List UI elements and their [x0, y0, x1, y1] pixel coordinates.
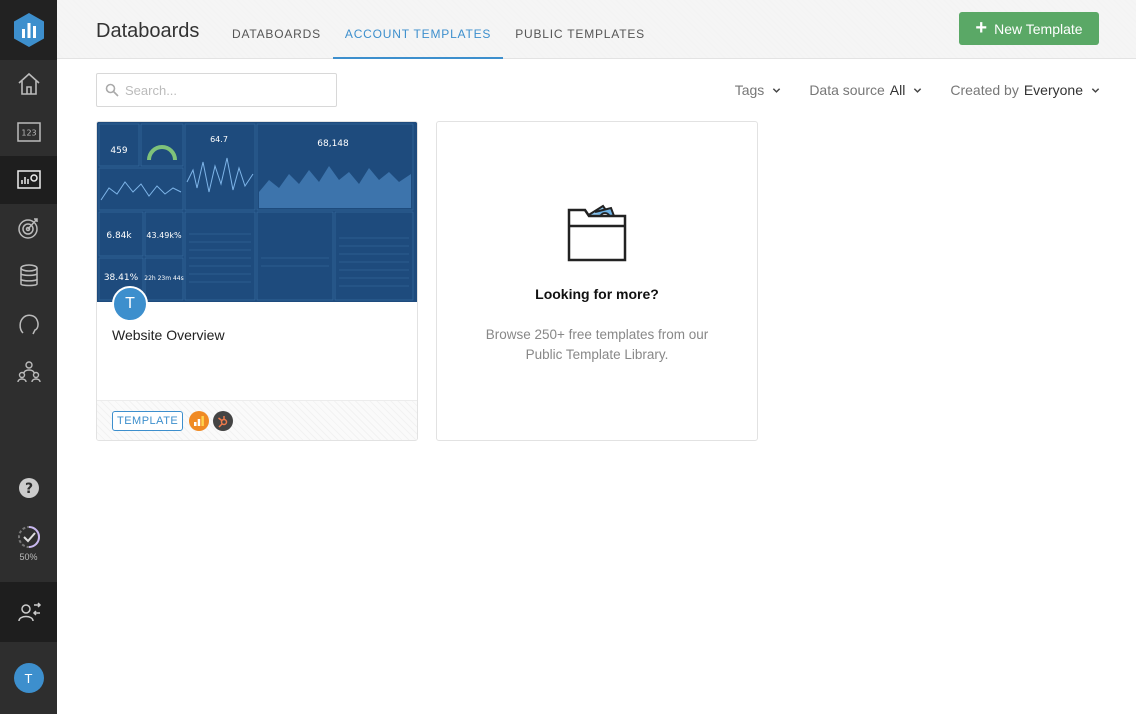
- public-library-description: Browse 250+ free templates from our Publ…: [485, 327, 709, 362]
- thumb-metric: 22h 23m 44s: [144, 275, 184, 282]
- search-box: [96, 73, 337, 107]
- tab-public-templates[interactable]: PUBLIC TEMPLATES: [503, 0, 657, 59]
- search-icon: [105, 83, 119, 97]
- nav-home[interactable]: [0, 60, 57, 108]
- data-source-filter-label: Data source: [809, 82, 885, 98]
- tags-filter[interactable]: Tags: [735, 82, 782, 98]
- top-bar: Databoards DATABOARDS ACCOUNT TEMPLATES …: [57, 0, 1136, 60]
- thumb-metric: 43.49k%: [146, 231, 182, 240]
- thumb-metric: 68,148: [317, 139, 349, 149]
- nav-switch-account[interactable]: [0, 582, 57, 642]
- progress-label: 50%: [19, 552, 38, 562]
- nav-profile[interactable]: T: [0, 642, 57, 714]
- chevron-down-icon: [1091, 87, 1100, 93]
- new-template-button[interactable]: + New Template: [959, 12, 1099, 45]
- nav-alerts[interactable]: [0, 300, 57, 348]
- goal-target-icon: [17, 218, 38, 239]
- hubspot-icon: [213, 410, 234, 431]
- tab-bar: DATABOARDS ACCOUNT TEMPLATES PUBLIC TEMP…: [220, 0, 657, 60]
- thumb-metric: 64.7: [210, 135, 228, 144]
- svg-text:123: 123: [21, 129, 36, 138]
- metrics-123-icon: 123: [16, 122, 41, 142]
- switch-user-icon: [17, 602, 41, 622]
- dashboard-preview-image: 459 64.7 68,148 6.84k 43.49k% 38.41% 22h…: [97, 122, 417, 302]
- home-icon: [17, 72, 40, 95]
- nav-databoards[interactable]: [0, 156, 61, 204]
- template-card[interactable]: 459 64.7 68,148 6.84k 43.49k% 38.41% 22h…: [96, 121, 418, 441]
- template-folder-icon: [567, 204, 627, 262]
- template-owner-avatar: T: [112, 286, 148, 322]
- template-badge: TEMPLATE: [112, 410, 184, 431]
- help-icon: ?: [18, 478, 39, 498]
- thumb-metric: 6.84k: [106, 231, 132, 241]
- template-name[interactable]: Website Overview: [112, 327, 225, 343]
- svg-text:?: ?: [24, 481, 32, 497]
- chevron-down-icon: [914, 87, 922, 93]
- public-library-title: Looking for more?: [535, 286, 659, 302]
- nav-team[interactable]: [0, 348, 57, 396]
- databox-logo-icon: [13, 13, 44, 47]
- created-by-filter-label: Created by: [950, 82, 1019, 98]
- created-by-filter-value: Everyone: [1023, 82, 1083, 98]
- progress-check-icon: [17, 526, 40, 548]
- template-card-footer: TEMPLATE: [97, 400, 417, 440]
- database-icon: [19, 264, 38, 287]
- thumb-metric: 459: [110, 146, 127, 156]
- new-template-label: New Template: [994, 20, 1083, 37]
- filter-bar: Tags Data source All Created by Everyone: [735, 82, 1100, 98]
- public-library-card[interactable]: Looking for more? Browse 250+ free templ…: [436, 121, 758, 441]
- sidebar: 123 ? 50% T: [0, 0, 61, 714]
- content-area: Tags Data source All Created by Everyone: [57, 59, 1136, 714]
- team-icon: [16, 361, 41, 383]
- search-input[interactable]: [125, 82, 325, 98]
- page-title: Databoards: [96, 20, 200, 42]
- nav-goals[interactable]: [0, 204, 57, 252]
- nav-onboarding-progress[interactable]: 50%: [0, 512, 57, 574]
- tab-account-templates[interactable]: ACCOUNT TEMPLATES: [332, 0, 504, 60]
- created-by-filter[interactable]: Created by Everyone: [950, 82, 1100, 98]
- thumb-metric: 38.41%: [104, 273, 139, 283]
- data-source-filter-value: All: [889, 82, 906, 98]
- databoard-icon: [16, 170, 41, 189]
- main-area: Databoards DATABOARDS ACCOUNT TEMPLATES …: [57, 0, 1136, 714]
- plus-icon: +: [975, 16, 988, 39]
- brain-icon: [18, 314, 39, 335]
- nav-data-sources[interactable]: [0, 252, 57, 300]
- app-logo[interactable]: [0, 0, 57, 60]
- user-avatar: T: [13, 663, 44, 693]
- nav-help[interactable]: ?: [0, 464, 57, 512]
- template-thumbnail: 459 64.7 68,148 6.84k 43.49k% 38.41% 22h…: [97, 122, 417, 302]
- tab-databoards[interactable]: DATABOARDS: [220, 0, 333, 59]
- tags-filter-label: Tags: [734, 82, 765, 98]
- data-source-filter[interactable]: Data source All: [809, 82, 922, 98]
- chevron-down-icon: [773, 87, 781, 93]
- google-analytics-icon: [189, 410, 210, 431]
- nav-metrics[interactable]: 123: [0, 108, 57, 156]
